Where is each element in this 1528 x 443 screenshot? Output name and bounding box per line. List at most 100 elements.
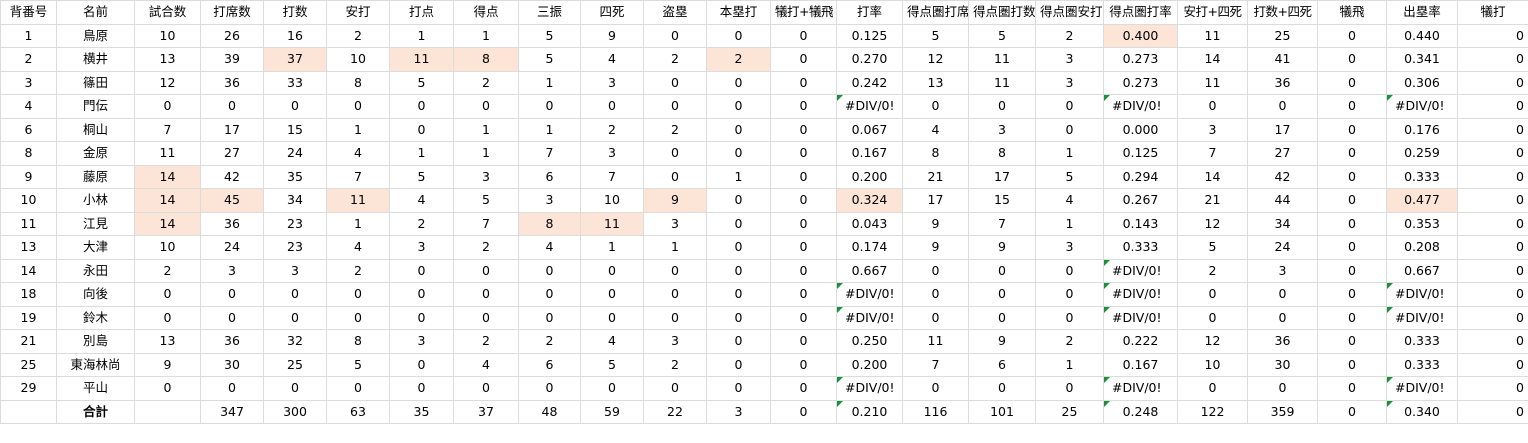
data-cell[interactable]: 1 bbox=[1035, 211, 1104, 236]
data-cell[interactable]: 1 bbox=[326, 211, 390, 236]
data-cell[interactable]: 0 bbox=[200, 376, 264, 401]
data-cell[interactable]: 0 bbox=[1035, 117, 1104, 142]
data-cell[interactable]: 7 bbox=[453, 211, 519, 236]
data-cell[interactable]: 0 bbox=[200, 305, 264, 330]
header-cell[interactable]: 名前 bbox=[56, 0, 135, 25]
data-cell[interactable]: 0 bbox=[706, 282, 771, 307]
data-cell[interactable]: #DIV/0! bbox=[1103, 305, 1178, 330]
data-cell[interactable]: 30 bbox=[200, 352, 264, 377]
data-cell[interactable]: 0 bbox=[902, 94, 969, 119]
total-cell[interactable] bbox=[134, 399, 201, 424]
data-cell[interactable]: 0.333 bbox=[1386, 164, 1458, 189]
header-cell[interactable]: 犠打+犠飛 bbox=[770, 0, 837, 25]
header-cell[interactable]: 四死 bbox=[580, 0, 644, 25]
header-cell[interactable]: 得点圏打席 bbox=[902, 0, 969, 25]
data-cell[interactable]: 0 bbox=[1457, 352, 1528, 377]
data-cell[interactable]: 2 bbox=[1035, 23, 1104, 48]
data-cell[interactable]: 0 bbox=[1247, 376, 1318, 401]
data-cell[interactable]: 0 bbox=[1317, 211, 1387, 236]
data-cell[interactable]: 0 bbox=[1035, 305, 1104, 330]
data-cell[interactable]: 0.043 bbox=[836, 211, 903, 236]
data-cell[interactable]: 0 bbox=[134, 94, 201, 119]
data-cell[interactable]: 0.273 bbox=[1103, 70, 1178, 95]
data-cell[interactable]: 42 bbox=[1247, 164, 1318, 189]
data-cell[interactable]: 1 bbox=[1035, 352, 1104, 377]
data-cell[interactable]: 門伝 bbox=[56, 94, 135, 119]
data-cell[interactable]: 0 bbox=[518, 305, 581, 330]
data-cell[interactable]: 0 bbox=[580, 94, 644, 119]
data-cell[interactable]: 0 bbox=[706, 352, 771, 377]
data-cell[interactable]: 1 bbox=[453, 117, 519, 142]
data-cell[interactable]: 17 bbox=[200, 117, 264, 142]
data-cell[interactable]: 11 bbox=[902, 329, 969, 354]
data-cell[interactable]: 0 bbox=[706, 305, 771, 330]
data-cell[interactable]: 江見 bbox=[56, 211, 135, 236]
data-cell[interactable]: 4 bbox=[580, 329, 644, 354]
data-cell[interactable]: 0 bbox=[706, 211, 771, 236]
data-cell[interactable]: 篠田 bbox=[56, 70, 135, 95]
data-cell[interactable]: 0 bbox=[706, 23, 771, 48]
header-cell[interactable]: 安打 bbox=[326, 0, 390, 25]
data-cell[interactable]: 11 bbox=[0, 211, 57, 236]
data-cell[interactable]: 32 bbox=[263, 329, 327, 354]
data-cell[interactable]: 1 bbox=[518, 70, 581, 95]
data-cell[interactable]: 5 bbox=[326, 352, 390, 377]
total-cell[interactable]: 0 bbox=[1317, 399, 1387, 424]
data-cell[interactable]: 東海林尚 bbox=[56, 352, 135, 377]
data-cell[interactable]: 0 bbox=[1035, 282, 1104, 307]
data-cell[interactable]: 5 bbox=[1035, 164, 1104, 189]
data-cell[interactable]: 9 bbox=[134, 352, 201, 377]
data-cell[interactable]: 0 bbox=[1317, 141, 1387, 166]
data-cell[interactable]: 0 bbox=[770, 282, 837, 307]
data-cell[interactable]: 0 bbox=[770, 47, 837, 72]
data-cell[interactable]: 0 bbox=[200, 282, 264, 307]
data-cell[interactable]: 0 bbox=[518, 94, 581, 119]
data-cell[interactable]: 11 bbox=[389, 47, 454, 72]
total-cell[interactable]: 0.248 bbox=[1103, 399, 1178, 424]
data-cell[interactable]: 21 bbox=[1177, 188, 1248, 213]
data-cell[interactable]: 0 bbox=[1317, 352, 1387, 377]
data-cell[interactable]: 44 bbox=[1247, 188, 1318, 213]
data-cell[interactable]: 0 bbox=[453, 258, 519, 283]
data-cell[interactable]: 藤原 bbox=[56, 164, 135, 189]
data-cell[interactable]: 0 bbox=[453, 94, 519, 119]
data-cell[interactable]: 0 bbox=[770, 117, 837, 142]
data-cell[interactable]: 0 bbox=[1317, 164, 1387, 189]
data-cell[interactable]: 0.333 bbox=[1386, 352, 1458, 377]
data-cell[interactable]: 0 bbox=[770, 94, 837, 119]
data-cell[interactable]: 10 bbox=[134, 235, 201, 260]
data-cell[interactable]: 26 bbox=[200, 23, 264, 48]
data-cell[interactable]: 別島 bbox=[56, 329, 135, 354]
total-cell[interactable]: 48 bbox=[518, 399, 581, 424]
data-cell[interactable]: 0 bbox=[770, 164, 837, 189]
data-cell[interactable]: 0 bbox=[770, 141, 837, 166]
data-cell[interactable]: 0 bbox=[1457, 141, 1528, 166]
data-cell[interactable]: 0.167 bbox=[1103, 352, 1178, 377]
data-cell[interactable]: 6 bbox=[518, 164, 581, 189]
data-cell[interactable]: 3 bbox=[1035, 70, 1104, 95]
total-cell[interactable]: 101 bbox=[968, 399, 1036, 424]
data-cell[interactable]: 9 bbox=[902, 235, 969, 260]
data-cell[interactable]: 0 bbox=[770, 23, 837, 48]
data-cell[interactable]: 0 bbox=[263, 376, 327, 401]
data-cell[interactable]: 13 bbox=[902, 70, 969, 95]
data-cell[interactable]: 24 bbox=[1247, 235, 1318, 260]
data-cell[interactable]: 2 bbox=[1035, 329, 1104, 354]
data-cell[interactable]: 0 bbox=[580, 258, 644, 283]
data-cell[interactable]: 0 bbox=[902, 376, 969, 401]
data-cell[interactable]: 0.440 bbox=[1386, 23, 1458, 48]
data-cell[interactable]: 鳥原 bbox=[56, 23, 135, 48]
data-cell[interactable]: 0.174 bbox=[836, 235, 903, 260]
data-cell[interactable]: 0 bbox=[968, 305, 1036, 330]
data-cell[interactable]: 0 bbox=[706, 329, 771, 354]
data-cell[interactable]: 1 bbox=[326, 117, 390, 142]
data-cell[interactable]: 0 bbox=[1317, 94, 1387, 119]
header-cell[interactable]: 試合数 bbox=[134, 0, 201, 25]
data-cell[interactable]: 0.242 bbox=[836, 70, 903, 95]
data-cell[interactable]: 24 bbox=[200, 235, 264, 260]
data-cell[interactable]: 0 bbox=[1457, 23, 1528, 48]
header-cell[interactable]: 本塁打 bbox=[706, 0, 771, 25]
total-cell[interactable]: 22 bbox=[643, 399, 707, 424]
data-cell[interactable]: 0 bbox=[326, 94, 390, 119]
data-cell[interactable]: #DIV/0! bbox=[836, 376, 903, 401]
